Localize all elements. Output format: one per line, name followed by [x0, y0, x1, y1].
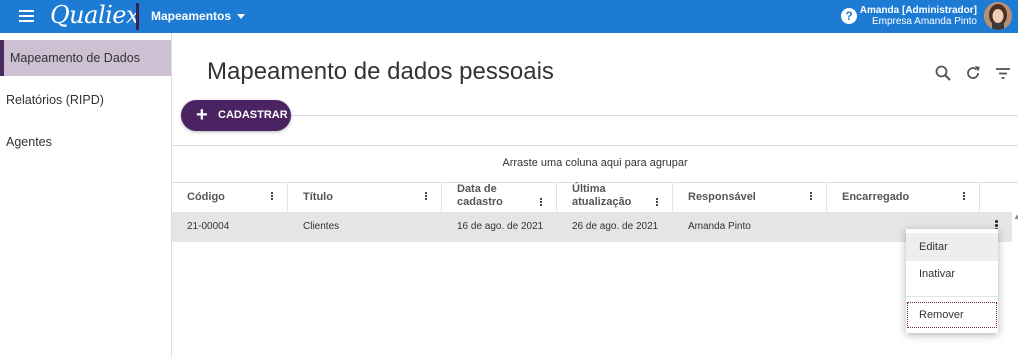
- group-panel[interactable]: Arraste uma coluna aqui para agrupar: [172, 146, 1018, 183]
- user-name[interactable]: Amanda [Administrador]: [860, 5, 977, 16]
- row-context-menu: Editar Inativar Remover: [906, 229, 998, 333]
- add-button-label: CADASTRAR: [218, 109, 288, 121]
- top-bar: Qualiex Mapeamentos ? Amanda [Administra…: [0, 0, 1018, 33]
- column-header-encarregado[interactable]: Encarregado: [827, 182, 980, 212]
- help-icon[interactable]: ?: [841, 8, 857, 24]
- column-label-line2: cadastro: [457, 196, 503, 208]
- user-company[interactable]: Empresa Amanda Pinto: [872, 16, 977, 27]
- cell-data-cadastro: 16 de ago. de 2021: [457, 221, 544, 232]
- column-label: Encarregado: [842, 191, 910, 203]
- column-label: Código: [187, 191, 225, 203]
- cell-titulo: Clientes: [303, 221, 340, 232]
- plus-icon: +: [196, 104, 208, 126]
- search-icon[interactable]: [934, 64, 952, 82]
- menu-item-inativar[interactable]: Inativar: [906, 260, 998, 288]
- refresh-icon[interactable]: [964, 64, 982, 82]
- scroll-up-icon[interactable]: ▲: [1013, 212, 1018, 221]
- menu-item-remover[interactable]: Remover: [906, 301, 998, 329]
- chevron-down-icon: [237, 14, 246, 20]
- sidebar-item-agentes[interactable]: Agentes: [0, 124, 171, 160]
- cell-codigo: 21-00004: [187, 221, 230, 232]
- module-menu[interactable]: Mapeamentos: [151, 9, 246, 23]
- column-menu-icon[interactable]: [963, 192, 966, 201]
- column-header-actions: [980, 182, 1012, 212]
- column-header-data-cadastro[interactable]: Data de cadastro: [442, 182, 557, 212]
- sidebar-item-relatorios[interactable]: Relatórios (RIPD): [0, 82, 171, 118]
- column-label: Última atualização: [572, 183, 631, 209]
- table-row[interactable]: 21-00004 Clientes 16 de ago. de 2021 26 …: [172, 212, 1012, 242]
- avatar-image: [984, 2, 1012, 30]
- column-header-titulo[interactable]: Título: [288, 182, 442, 212]
- column-label-line1: Última: [572, 183, 606, 195]
- logo-divider: [136, 3, 139, 30]
- column-menu-icon[interactable]: [540, 198, 543, 207]
- column-header-codigo[interactable]: Código: [172, 182, 288, 212]
- column-menu-icon[interactable]: [425, 192, 428, 201]
- column-header-responsavel[interactable]: Responsável: [673, 182, 827, 212]
- column-header-ultima-atualizacao[interactable]: Última atualização: [557, 182, 673, 212]
- menu-separator: [906, 296, 998, 297]
- app-logo[interactable]: Qualiex: [50, 1, 140, 29]
- data-grid: Arraste uma coluna aqui para agrupar Cód…: [172, 145, 1018, 358]
- module-menu-label: Mapeamentos: [151, 9, 232, 23]
- cell-ultima-atualizacao: 26 de ago. de 2021: [572, 221, 659, 232]
- cell-responsavel: Amanda Pinto: [688, 221, 751, 232]
- column-label: Responsável: [688, 191, 756, 203]
- sidebar: Mapeamento de Dados Relatórios (RIPD) Ag…: [0, 33, 172, 357]
- column-menu-icon[interactable]: [271, 192, 274, 201]
- menu-item-editar[interactable]: Editar: [906, 233, 998, 261]
- column-label-line2: atualização: [572, 196, 632, 208]
- header-divider: [290, 115, 1018, 116]
- column-label: Data de cadastro: [457, 183, 503, 209]
- page-title: Mapeamento de dados pessoais: [207, 58, 554, 85]
- add-button[interactable]: + CADASTRAR: [181, 100, 291, 131]
- column-label-line1: Data de: [457, 183, 497, 195]
- filter-icon[interactable]: [994, 64, 1012, 82]
- column-label: Título: [303, 191, 333, 203]
- column-menu-icon[interactable]: [656, 198, 659, 207]
- menu-icon[interactable]: [19, 10, 34, 22]
- sidebar-item-mapeamento[interactable]: Mapeamento de Dados: [0, 40, 171, 76]
- column-menu-icon[interactable]: [810, 192, 813, 201]
- avatar[interactable]: [984, 2, 1012, 30]
